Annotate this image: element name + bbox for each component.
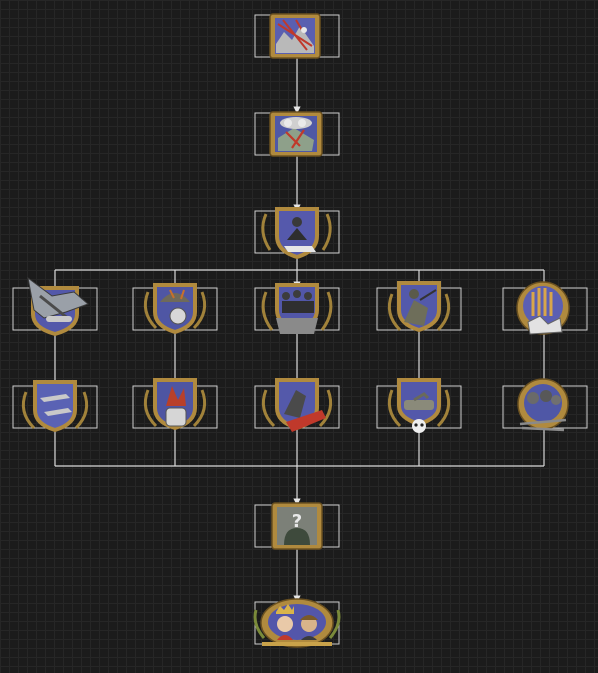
focus-node-n1[interactable] — [254, 13, 340, 59]
question-mark-figure-icon: ? — [271, 502, 323, 550]
wheat-handshake-icon — [516, 281, 570, 335]
focus-node-n5d[interactable] — [376, 378, 462, 433]
war-plans-icon — [269, 13, 321, 59]
svg-text:?: ? — [292, 511, 302, 532]
focus-node-n4d[interactable] — [376, 281, 462, 333]
fighter-planes-icon — [21, 380, 89, 433]
infantry-squad-icon — [261, 283, 333, 334]
king-and-girl-icon — [253, 598, 341, 648]
tank-skull-icon — [387, 378, 451, 433]
focus-node-n5a[interactable] — [12, 380, 98, 433]
focus-node-n4e[interactable] — [502, 281, 588, 335]
soldier-crouching-icon — [387, 281, 451, 333]
grenade-helmet-icon — [143, 283, 207, 335]
raised-fist-fire-icon — [143, 378, 207, 431]
focus-node-n3[interactable] — [254, 207, 340, 260]
charging-soldier-arrow-icon — [261, 378, 333, 432]
focus-node-n2[interactable] — [254, 111, 340, 157]
focus-node-n7[interactable] — [253, 598, 341, 648]
focus-node-n5b[interactable] — [132, 378, 218, 431]
aircraft-icon — [27, 276, 89, 337]
leaders-rifles-icon — [517, 378, 569, 432]
focus-node-n4b[interactable] — [132, 283, 218, 335]
general-writing-icon — [261, 207, 332, 260]
focus-node-n4c[interactable] — [254, 283, 340, 334]
focus-node-n5e[interactable] — [502, 378, 588, 432]
focus-node-n4a[interactable] — [12, 276, 98, 337]
focus-node-n5c[interactable] — [254, 378, 340, 432]
skull-map-icon — [269, 111, 323, 157]
focus-node-n6[interactable]: ? — [254, 502, 340, 550]
focus-tree: ? — [12, 13, 588, 648]
